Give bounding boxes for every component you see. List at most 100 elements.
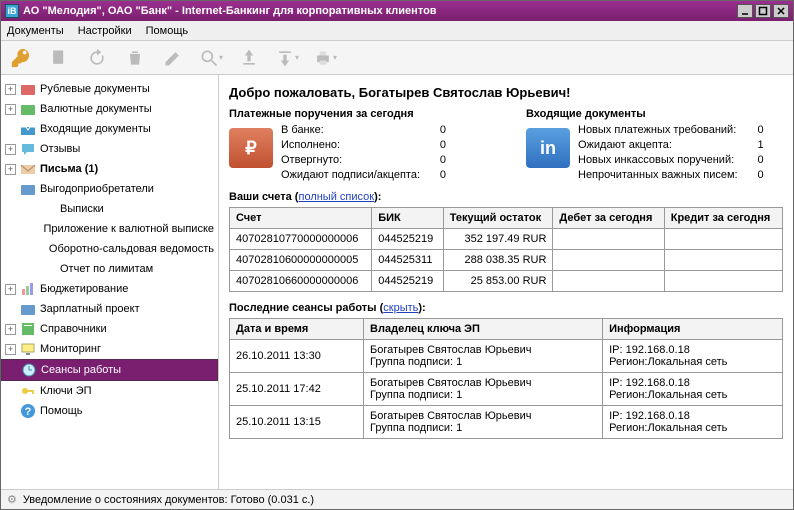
tree-item-12[interactable]: + Справочники xyxy=(1,319,218,339)
chart-icon xyxy=(20,281,36,297)
accounts-header: Ваши счета (полный список): xyxy=(229,191,783,203)
window-title: АО "Мелодия", ОАО "Банк" - Internet-Банк… xyxy=(23,5,437,17)
tree-item-label: Бюджетирование xyxy=(40,283,128,295)
sign-icon[interactable] xyxy=(159,45,187,71)
tree-item-5[interactable]: Выгодоприобретатели xyxy=(1,179,218,199)
kv-value: 0 xyxy=(426,124,446,136)
tree-item-label: Валютные документы xyxy=(40,103,152,115)
refresh-icon[interactable] xyxy=(83,45,111,71)
folder-green-icon xyxy=(20,101,36,117)
col-header: Счет xyxy=(230,208,372,229)
expander-icon[interactable]: + xyxy=(5,84,16,95)
maximize-button[interactable] xyxy=(755,4,771,18)
tree-item-11[interactable]: Зарплатный проект xyxy=(1,299,218,319)
table-row[interactable]: 25.10.2011 17:42Богатырев Святослав Юрье… xyxy=(230,373,783,406)
blank-icon xyxy=(35,241,44,257)
incoming-title: Входящие документы xyxy=(526,108,783,120)
status-bar: ⚙ Уведомление о состояниях документов: Г… xyxy=(1,489,793,509)
tree-item-8[interactable]: Оборотно-сальдовая ведомость xyxy=(1,239,218,259)
nav-tree[interactable]: + Рублевые документы + Валютные документы Вх… xyxy=(1,75,219,489)
tree-item-15[interactable]: Ключи ЭП xyxy=(1,381,218,401)
kv-value: 0 xyxy=(744,154,764,166)
table-row[interactable]: 4070281066000000000604452521925 853.00 R… xyxy=(230,271,783,292)
app-icon: iB xyxy=(5,4,19,18)
menu-bar: Документы Настройки Помощь xyxy=(1,21,793,41)
export-icon[interactable] xyxy=(235,45,263,71)
tree-item-13[interactable]: +Мониторинг xyxy=(1,339,218,359)
menu-help[interactable]: Помощь xyxy=(146,25,189,37)
kv-label: В банке: xyxy=(281,124,420,136)
blank-icon xyxy=(40,261,56,277)
accounts-full-list-link[interactable]: полный список xyxy=(298,191,374,203)
expander-icon[interactable]: + xyxy=(5,324,16,335)
tree-item-label: Справочники xyxy=(40,323,107,335)
expander-icon[interactable]: + xyxy=(5,104,16,115)
incoming-doc-icon: in xyxy=(526,128,570,168)
welcome-heading: Добро пожаловать, Богатырев Святослав Юр… xyxy=(229,85,783,100)
import-icon[interactable]: ▾ xyxy=(273,45,301,71)
blank-icon xyxy=(33,221,39,237)
print-icon[interactable]: ▾ xyxy=(311,45,339,71)
title-bar: iB АО "Мелодия", ОАО "Банк" - Internet-Б… xyxy=(1,1,793,21)
kv-value: 0 xyxy=(426,169,446,181)
tree-item-9[interactable]: Отчет по лимитам xyxy=(1,259,218,279)
tree-item-label: Зарплатный проект xyxy=(40,303,140,315)
menu-settings[interactable]: Настройки xyxy=(78,25,132,37)
tree-item-10[interactable]: + Бюджетирование xyxy=(1,279,218,299)
col-header: Дебет за сегодня xyxy=(553,208,664,229)
tree-item-14[interactable]: Сеансы работы xyxy=(1,359,218,381)
kv-label: Отвергнуто: xyxy=(281,154,420,166)
tree-item-3[interactable]: + Отзывы xyxy=(1,139,218,159)
monitor-icon xyxy=(20,341,36,357)
main-content: Добро пожаловать, Богатырев Святослав Юр… xyxy=(219,75,793,489)
tree-item-0[interactable]: + Рублевые документы xyxy=(1,79,218,99)
new-doc-icon[interactable] xyxy=(45,45,73,71)
sessions-table: Дата и времяВладелец ключа ЭПИнформация … xyxy=(229,318,783,439)
search-icon[interactable]: ▾ xyxy=(197,45,225,71)
tree-item-label: Входящие документы xyxy=(40,123,151,135)
col-header: БИК xyxy=(372,208,444,229)
table-row[interactable]: 40702810600000000005044525311288 038.35 … xyxy=(230,250,783,271)
kv-label: Непрочитанных важных писем: xyxy=(578,169,738,181)
mail-icon xyxy=(20,161,36,177)
status-label: Уведомление о состояниях документов: xyxy=(23,494,228,506)
tree-item-label: Отзывы xyxy=(40,143,80,155)
tree-item-16[interactable]: ?Помощь xyxy=(1,401,218,421)
tree-item-label: Помощь xyxy=(40,405,83,417)
tree-item-6[interactable]: Выписки xyxy=(1,199,218,219)
tree-item-label: Рублевые документы xyxy=(40,83,150,95)
folder-red-icon xyxy=(20,81,36,97)
col-header: Информация xyxy=(603,319,783,340)
sessions-hide-link[interactable]: скрыть xyxy=(383,302,418,314)
sessions-header: Последние сеансы работы (скрыть): xyxy=(229,302,783,314)
expander-icon[interactable]: + xyxy=(5,344,16,355)
table-row[interactable]: 25.10.2011 13:15Богатырев Святослав Юрье… xyxy=(230,406,783,439)
book-icon xyxy=(20,321,36,337)
tree-item-2[interactable]: Входящие документы xyxy=(1,119,218,139)
table-row[interactable]: 40702810770000000006044525219352 197.49 … xyxy=(230,229,783,250)
tree-item-7[interactable]: Приложение к валютной выписке xyxy=(1,219,218,239)
kv-label: Ожидают акцепта: xyxy=(578,139,738,151)
kv-value: 0 xyxy=(744,124,764,136)
clock-icon xyxy=(21,362,37,378)
expander-icon[interactable]: + xyxy=(5,164,16,175)
kv-value: 1 xyxy=(744,139,764,151)
tree-item-label: Выписки xyxy=(60,203,104,215)
menu-documents[interactable]: Документы xyxy=(7,25,64,37)
trash-icon[interactable] xyxy=(121,45,149,71)
status-value: Готово (0.031 с.) xyxy=(231,494,315,506)
expander-icon[interactable]: + xyxy=(5,284,16,295)
expander-icon[interactable]: + xyxy=(5,144,16,155)
kv-value: 0 xyxy=(744,169,764,181)
table-row[interactable]: 26.10.2011 13:30Богатырев Святослав Юрье… xyxy=(230,340,783,373)
kv-label: Ожидают подписи/акцепта: xyxy=(281,169,420,181)
blank-icon xyxy=(40,201,56,217)
kv-value: 0 xyxy=(426,139,446,151)
key-icon[interactable] xyxy=(7,45,35,71)
tree-item-4[interactable]: +Письма (1) xyxy=(1,159,218,179)
toolbar: ▾ ▾ ▾ xyxy=(1,41,793,75)
close-button[interactable] xyxy=(773,4,789,18)
minimize-button[interactable] xyxy=(737,4,753,18)
tree-item-label: Сеансы работы xyxy=(41,364,121,376)
tree-item-1[interactable]: + Валютные документы xyxy=(1,99,218,119)
